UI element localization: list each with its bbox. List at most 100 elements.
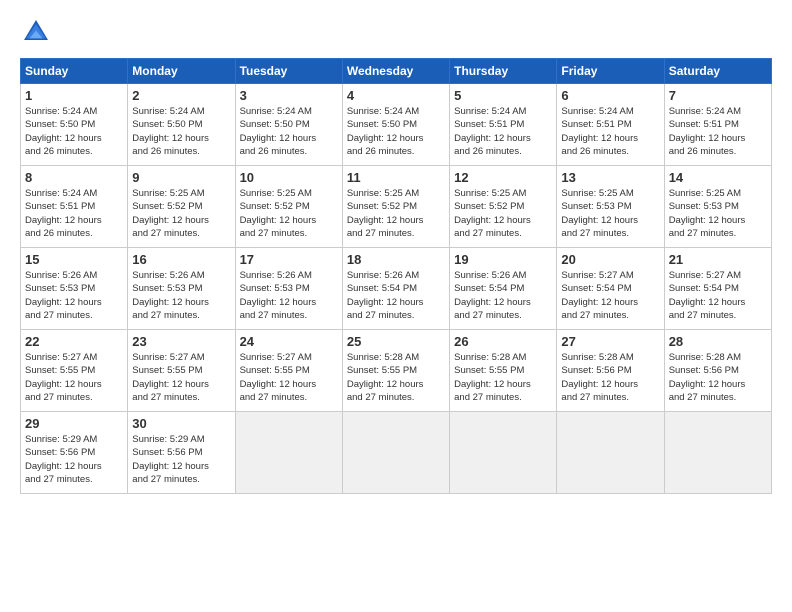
week-row-3: 15 Sunrise: 5:26 AM Sunset: 5:53 PM Dayl…: [21, 248, 772, 330]
day-number: 2: [132, 88, 230, 103]
day-number: 20: [561, 252, 659, 267]
cell-info: Sunrise: 5:28 AM Sunset: 5:55 PM Dayligh…: [347, 351, 445, 404]
day-number: 9: [132, 170, 230, 185]
day-number: 3: [240, 88, 338, 103]
calendar-cell: 17 Sunrise: 5:26 AM Sunset: 5:53 PM Dayl…: [235, 248, 342, 330]
calendar-cell: 15 Sunrise: 5:26 AM Sunset: 5:53 PM Dayl…: [21, 248, 128, 330]
calendar-cell: 21 Sunrise: 5:27 AM Sunset: 5:54 PM Dayl…: [664, 248, 771, 330]
calendar-cell: 16 Sunrise: 5:26 AM Sunset: 5:53 PM Dayl…: [128, 248, 235, 330]
cell-info: Sunrise: 5:24 AM Sunset: 5:50 PM Dayligh…: [132, 105, 230, 158]
calendar-cell: 24 Sunrise: 5:27 AM Sunset: 5:55 PM Dayl…: [235, 330, 342, 412]
calendar-cell: 18 Sunrise: 5:26 AM Sunset: 5:54 PM Dayl…: [342, 248, 449, 330]
week-row-4: 22 Sunrise: 5:27 AM Sunset: 5:55 PM Dayl…: [21, 330, 772, 412]
cell-info: Sunrise: 5:27 AM Sunset: 5:54 PM Dayligh…: [669, 269, 767, 322]
header-cell-sunday: Sunday: [21, 59, 128, 84]
day-number: 5: [454, 88, 552, 103]
cell-info: Sunrise: 5:24 AM Sunset: 5:51 PM Dayligh…: [669, 105, 767, 158]
calendar-cell: 12 Sunrise: 5:25 AM Sunset: 5:52 PM Dayl…: [450, 166, 557, 248]
calendar-cell: [342, 412, 449, 494]
calendar-cell: 7 Sunrise: 5:24 AM Sunset: 5:51 PM Dayli…: [664, 84, 771, 166]
week-row-5: 29 Sunrise: 5:29 AM Sunset: 5:56 PM Dayl…: [21, 412, 772, 494]
day-number: 10: [240, 170, 338, 185]
calendar-cell: 3 Sunrise: 5:24 AM Sunset: 5:50 PM Dayli…: [235, 84, 342, 166]
calendar-cell: 30 Sunrise: 5:29 AM Sunset: 5:56 PM Dayl…: [128, 412, 235, 494]
day-number: 21: [669, 252, 767, 267]
week-row-2: 8 Sunrise: 5:24 AM Sunset: 5:51 PM Dayli…: [21, 166, 772, 248]
cell-info: Sunrise: 5:25 AM Sunset: 5:52 PM Dayligh…: [240, 187, 338, 240]
cell-info: Sunrise: 5:24 AM Sunset: 5:50 PM Dayligh…: [240, 105, 338, 158]
cell-info: Sunrise: 5:28 AM Sunset: 5:56 PM Dayligh…: [669, 351, 767, 404]
day-number: 24: [240, 334, 338, 349]
calendar-cell: 22 Sunrise: 5:27 AM Sunset: 5:55 PM Dayl…: [21, 330, 128, 412]
cell-info: Sunrise: 5:25 AM Sunset: 5:52 PM Dayligh…: [347, 187, 445, 240]
cell-info: Sunrise: 5:24 AM Sunset: 5:51 PM Dayligh…: [25, 187, 123, 240]
day-number: 26: [454, 334, 552, 349]
cell-info: Sunrise: 5:29 AM Sunset: 5:56 PM Dayligh…: [25, 433, 123, 486]
day-number: 8: [25, 170, 123, 185]
calendar-cell: 28 Sunrise: 5:28 AM Sunset: 5:56 PM Dayl…: [664, 330, 771, 412]
calendar-cell: 25 Sunrise: 5:28 AM Sunset: 5:55 PM Dayl…: [342, 330, 449, 412]
cell-info: Sunrise: 5:26 AM Sunset: 5:54 PM Dayligh…: [454, 269, 552, 322]
header: [20, 16, 772, 48]
cell-info: Sunrise: 5:27 AM Sunset: 5:54 PM Dayligh…: [561, 269, 659, 322]
logo: [20, 16, 58, 48]
page: SundayMondayTuesdayWednesdayThursdayFrid…: [0, 0, 792, 612]
day-number: 15: [25, 252, 123, 267]
day-number: 1: [25, 88, 123, 103]
day-number: 12: [454, 170, 552, 185]
cell-info: Sunrise: 5:27 AM Sunset: 5:55 PM Dayligh…: [240, 351, 338, 404]
calendar-cell: 26 Sunrise: 5:28 AM Sunset: 5:55 PM Dayl…: [450, 330, 557, 412]
calendar-cell: 2 Sunrise: 5:24 AM Sunset: 5:50 PM Dayli…: [128, 84, 235, 166]
header-cell-monday: Monday: [128, 59, 235, 84]
day-number: 13: [561, 170, 659, 185]
cell-info: Sunrise: 5:28 AM Sunset: 5:55 PM Dayligh…: [454, 351, 552, 404]
day-number: 23: [132, 334, 230, 349]
calendar-cell: 5 Sunrise: 5:24 AM Sunset: 5:51 PM Dayli…: [450, 84, 557, 166]
calendar-cell: [557, 412, 664, 494]
cell-info: Sunrise: 5:25 AM Sunset: 5:52 PM Dayligh…: [454, 187, 552, 240]
day-number: 6: [561, 88, 659, 103]
calendar-cell: 23 Sunrise: 5:27 AM Sunset: 5:55 PM Dayl…: [128, 330, 235, 412]
cell-info: Sunrise: 5:25 AM Sunset: 5:52 PM Dayligh…: [132, 187, 230, 240]
day-number: 18: [347, 252, 445, 267]
calendar-cell: 27 Sunrise: 5:28 AM Sunset: 5:56 PM Dayl…: [557, 330, 664, 412]
calendar-cell: 8 Sunrise: 5:24 AM Sunset: 5:51 PM Dayli…: [21, 166, 128, 248]
cell-info: Sunrise: 5:29 AM Sunset: 5:56 PM Dayligh…: [132, 433, 230, 486]
cell-info: Sunrise: 5:26 AM Sunset: 5:53 PM Dayligh…: [25, 269, 123, 322]
calendar-cell: 13 Sunrise: 5:25 AM Sunset: 5:53 PM Dayl…: [557, 166, 664, 248]
calendar-cell: 11 Sunrise: 5:25 AM Sunset: 5:52 PM Dayl…: [342, 166, 449, 248]
header-row: SundayMondayTuesdayWednesdayThursdayFrid…: [21, 59, 772, 84]
calendar-cell: 29 Sunrise: 5:29 AM Sunset: 5:56 PM Dayl…: [21, 412, 128, 494]
day-number: 30: [132, 416, 230, 431]
cell-info: Sunrise: 5:28 AM Sunset: 5:56 PM Dayligh…: [561, 351, 659, 404]
cell-info: Sunrise: 5:25 AM Sunset: 5:53 PM Dayligh…: [669, 187, 767, 240]
header-cell-tuesday: Tuesday: [235, 59, 342, 84]
day-number: 22: [25, 334, 123, 349]
calendar-table: SundayMondayTuesdayWednesdayThursdayFrid…: [20, 58, 772, 494]
day-number: 28: [669, 334, 767, 349]
day-number: 7: [669, 88, 767, 103]
cell-info: Sunrise: 5:25 AM Sunset: 5:53 PM Dayligh…: [561, 187, 659, 240]
calendar-cell: [664, 412, 771, 494]
week-row-1: 1 Sunrise: 5:24 AM Sunset: 5:50 PM Dayli…: [21, 84, 772, 166]
day-number: 29: [25, 416, 123, 431]
calendar-cell: 1 Sunrise: 5:24 AM Sunset: 5:50 PM Dayli…: [21, 84, 128, 166]
calendar-cell: 10 Sunrise: 5:25 AM Sunset: 5:52 PM Dayl…: [235, 166, 342, 248]
calendar-cell: 20 Sunrise: 5:27 AM Sunset: 5:54 PM Dayl…: [557, 248, 664, 330]
day-number: 17: [240, 252, 338, 267]
calendar-cell: 6 Sunrise: 5:24 AM Sunset: 5:51 PM Dayli…: [557, 84, 664, 166]
calendar-cell: 9 Sunrise: 5:25 AM Sunset: 5:52 PM Dayli…: [128, 166, 235, 248]
header-cell-saturday: Saturday: [664, 59, 771, 84]
cell-info: Sunrise: 5:24 AM Sunset: 5:50 PM Dayligh…: [25, 105, 123, 158]
calendar-cell: [235, 412, 342, 494]
cell-info: Sunrise: 5:26 AM Sunset: 5:53 PM Dayligh…: [240, 269, 338, 322]
cell-info: Sunrise: 5:27 AM Sunset: 5:55 PM Dayligh…: [132, 351, 230, 404]
cell-info: Sunrise: 5:27 AM Sunset: 5:55 PM Dayligh…: [25, 351, 123, 404]
cell-info: Sunrise: 5:26 AM Sunset: 5:54 PM Dayligh…: [347, 269, 445, 322]
day-number: 27: [561, 334, 659, 349]
day-number: 14: [669, 170, 767, 185]
day-number: 25: [347, 334, 445, 349]
day-number: 4: [347, 88, 445, 103]
header-cell-wednesday: Wednesday: [342, 59, 449, 84]
cell-info: Sunrise: 5:24 AM Sunset: 5:50 PM Dayligh…: [347, 105, 445, 158]
